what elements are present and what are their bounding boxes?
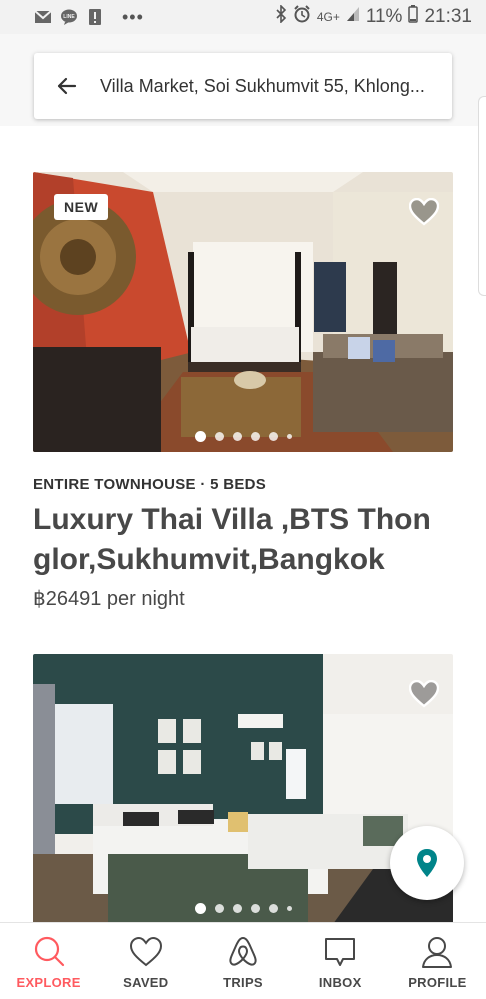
listing-photo-bedroom xyxy=(33,654,453,924)
message-icon xyxy=(325,938,356,966)
nav-saved[interactable]: SAVED xyxy=(97,923,194,999)
side-panel-handle[interactable] xyxy=(478,96,486,296)
battery-percent: 11% xyxy=(365,6,403,27)
nav-explore[interactable]: EXPLORE xyxy=(0,923,97,999)
map-pin-icon xyxy=(417,849,437,877)
search-bar[interactable]: Villa Market, Soi Sukhumvit 55, Khlong..… xyxy=(34,53,452,119)
notification-icons: LINE ••• xyxy=(34,7,144,28)
listing-photo[interactable]: NEW xyxy=(33,172,453,452)
carousel-dot[interactable] xyxy=(232,432,242,441)
heart-icon xyxy=(129,936,162,967)
header: Villa Market, Soi Sukhumvit 55, Khlong..… xyxy=(0,34,486,126)
listing-price: ฿26491 per night xyxy=(33,588,185,610)
gmail-icon xyxy=(34,9,52,25)
airbnb-logo-icon xyxy=(229,936,257,966)
photo-carousel-dots[interactable] xyxy=(33,903,453,914)
carousel-dot[interactable] xyxy=(250,432,260,441)
carousel-dot[interactable] xyxy=(268,432,278,441)
search-icon xyxy=(34,936,64,967)
alarm-icon xyxy=(293,5,311,29)
nav-label: TRIPS xyxy=(223,975,263,990)
nav-label: SAVED xyxy=(123,975,169,990)
nav-profile[interactable]: PROFILE xyxy=(389,923,486,999)
nav-trips[interactable]: TRIPS xyxy=(194,923,291,999)
clock: 21:31 xyxy=(424,6,472,27)
carousel-dot[interactable] xyxy=(286,906,292,911)
map-button[interactable] xyxy=(390,826,464,900)
save-heart-icon[interactable] xyxy=(408,197,440,226)
more-dots-icon: ••• xyxy=(122,6,144,27)
search-location-text[interactable]: Villa Market, Soi Sukhumvit 55, Khlong..… xyxy=(100,76,448,97)
listing-title[interactable]: Luxury Thai Villa ,BTS Thon glor,Sukhumv… xyxy=(33,500,453,580)
carousel-dot[interactable] xyxy=(194,903,206,914)
nav-label: INBOX xyxy=(318,975,362,990)
status-bar: LINE ••• 4G+ 11% 21:31 xyxy=(0,0,486,34)
network-label: 4G+ xyxy=(316,10,340,24)
user-icon xyxy=(422,937,453,968)
listing-room-type: ENTIRE TOWNHOUSE · 5 BEDS xyxy=(33,476,267,493)
alert-icon xyxy=(86,9,104,25)
carousel-dot[interactable] xyxy=(232,904,242,913)
line-icon: LINE xyxy=(60,9,78,25)
nav-label: EXPLORE xyxy=(16,975,81,990)
carousel-dot[interactable] xyxy=(214,432,224,441)
system-status: 4G+ 11% 21:31 xyxy=(275,4,472,29)
save-heart-icon[interactable] xyxy=(408,679,440,708)
carousel-dot[interactable] xyxy=(250,904,260,913)
back-arrow-icon[interactable] xyxy=(34,53,100,119)
carousel-dot[interactable] xyxy=(286,434,292,439)
battery-icon xyxy=(408,5,419,29)
bluetooth-icon xyxy=(275,4,287,29)
svg-text:LINE: LINE xyxy=(63,14,75,20)
listing-photo[interactable] xyxy=(33,654,453,924)
carousel-dot[interactable] xyxy=(214,904,224,913)
nav-label: PROFILE xyxy=(408,975,467,990)
photo-carousel-dots[interactable] xyxy=(33,431,453,442)
nav-inbox[interactable]: INBOX xyxy=(292,923,389,999)
carousel-dot[interactable] xyxy=(268,904,278,913)
carousel-dot[interactable] xyxy=(194,431,206,442)
signal-icon xyxy=(346,6,360,28)
bottom-nav: EXPLORE SAVED TRIPS INBOX PROFILE xyxy=(0,922,486,999)
new-badge: NEW xyxy=(54,194,109,220)
